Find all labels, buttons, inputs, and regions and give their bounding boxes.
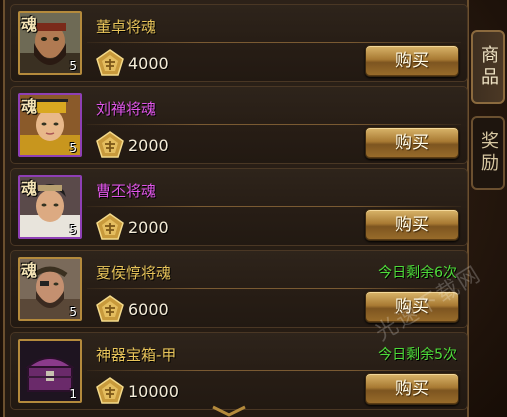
shop-item-row: 魂 5 刘禅将魂 2000 购买 [10,86,468,164]
item-price: 10000 [128,382,179,401]
row-divider [87,206,461,207]
item-count: 1 [69,387,77,401]
item-name: 神器宝箱-甲 [96,346,177,364]
gold-pentagon-coin-icon [96,295,124,322]
buy-button[interactable]: 购买 [365,209,459,241]
item-name: 董卓将魂 [96,18,157,36]
shop-item-row: 魂 5 董卓将魂 4000 购买 [10,4,468,82]
item-count: 5 [69,59,77,73]
xiahoudun-portrait: 魂 5 [18,257,82,321]
tab-rewards[interactable]: 奖励 [471,116,505,190]
row-divider [87,370,461,371]
shop-item-row: 1 神器宝箱-甲 今日剩余5次 10000 购买 [10,332,468,410]
gold-pentagon-coin-icon [96,131,124,158]
item-price: 4000 [128,54,169,73]
item-name: 夏侯惇将魂 [96,264,172,282]
shop-list-panel: 魂 5 董卓将魂 4000 购买 魂 5 刘禅将魂 2000 购买 魂 5 曹丕… [3,0,469,417]
item-price: 2000 [128,136,169,155]
row-divider [87,42,461,43]
row-divider [87,288,461,289]
soul-badge: 魂 [21,179,38,198]
item-name: 刘禅将魂 [96,100,157,118]
scroll-down-icon[interactable] [209,405,249,417]
daily-remaining: 今日剩余5次 [378,347,457,363]
caopi-portrait: 魂 5 [18,175,82,239]
tab-goods[interactable]: 商品 [471,30,505,104]
soul-badge: 魂 [21,97,38,116]
treasure-chest-icon: 1 [18,339,82,403]
gold-pentagon-coin-icon [96,377,124,404]
buy-button[interactable]: 购买 [365,373,459,405]
soul-badge: 魂 [21,261,38,280]
buy-button[interactable]: 购买 [365,127,459,159]
shop-item-row: 魂 5 曹丕将魂 2000 购买 [10,168,468,246]
item-name: 曹丕将魂 [96,182,157,200]
buy-button[interactable]: 购买 [365,45,459,77]
gold-pentagon-coin-icon [96,213,124,240]
gold-pentagon-coin-icon [96,49,124,76]
item-price: 6000 [128,300,169,319]
item-count: 5 [69,223,77,237]
row-divider [87,124,461,125]
item-price: 2000 [128,218,169,237]
liushan-portrait: 魂 5 [18,93,82,157]
dongzhuo-portrait: 魂 5 [18,11,82,75]
soul-badge: 魂 [21,15,38,34]
item-count: 5 [69,141,77,155]
shop-screen: 魂 5 董卓将魂 4000 购买 魂 5 刘禅将魂 2000 购买 魂 5 曹丕… [0,0,507,417]
item-count: 5 [69,305,77,319]
